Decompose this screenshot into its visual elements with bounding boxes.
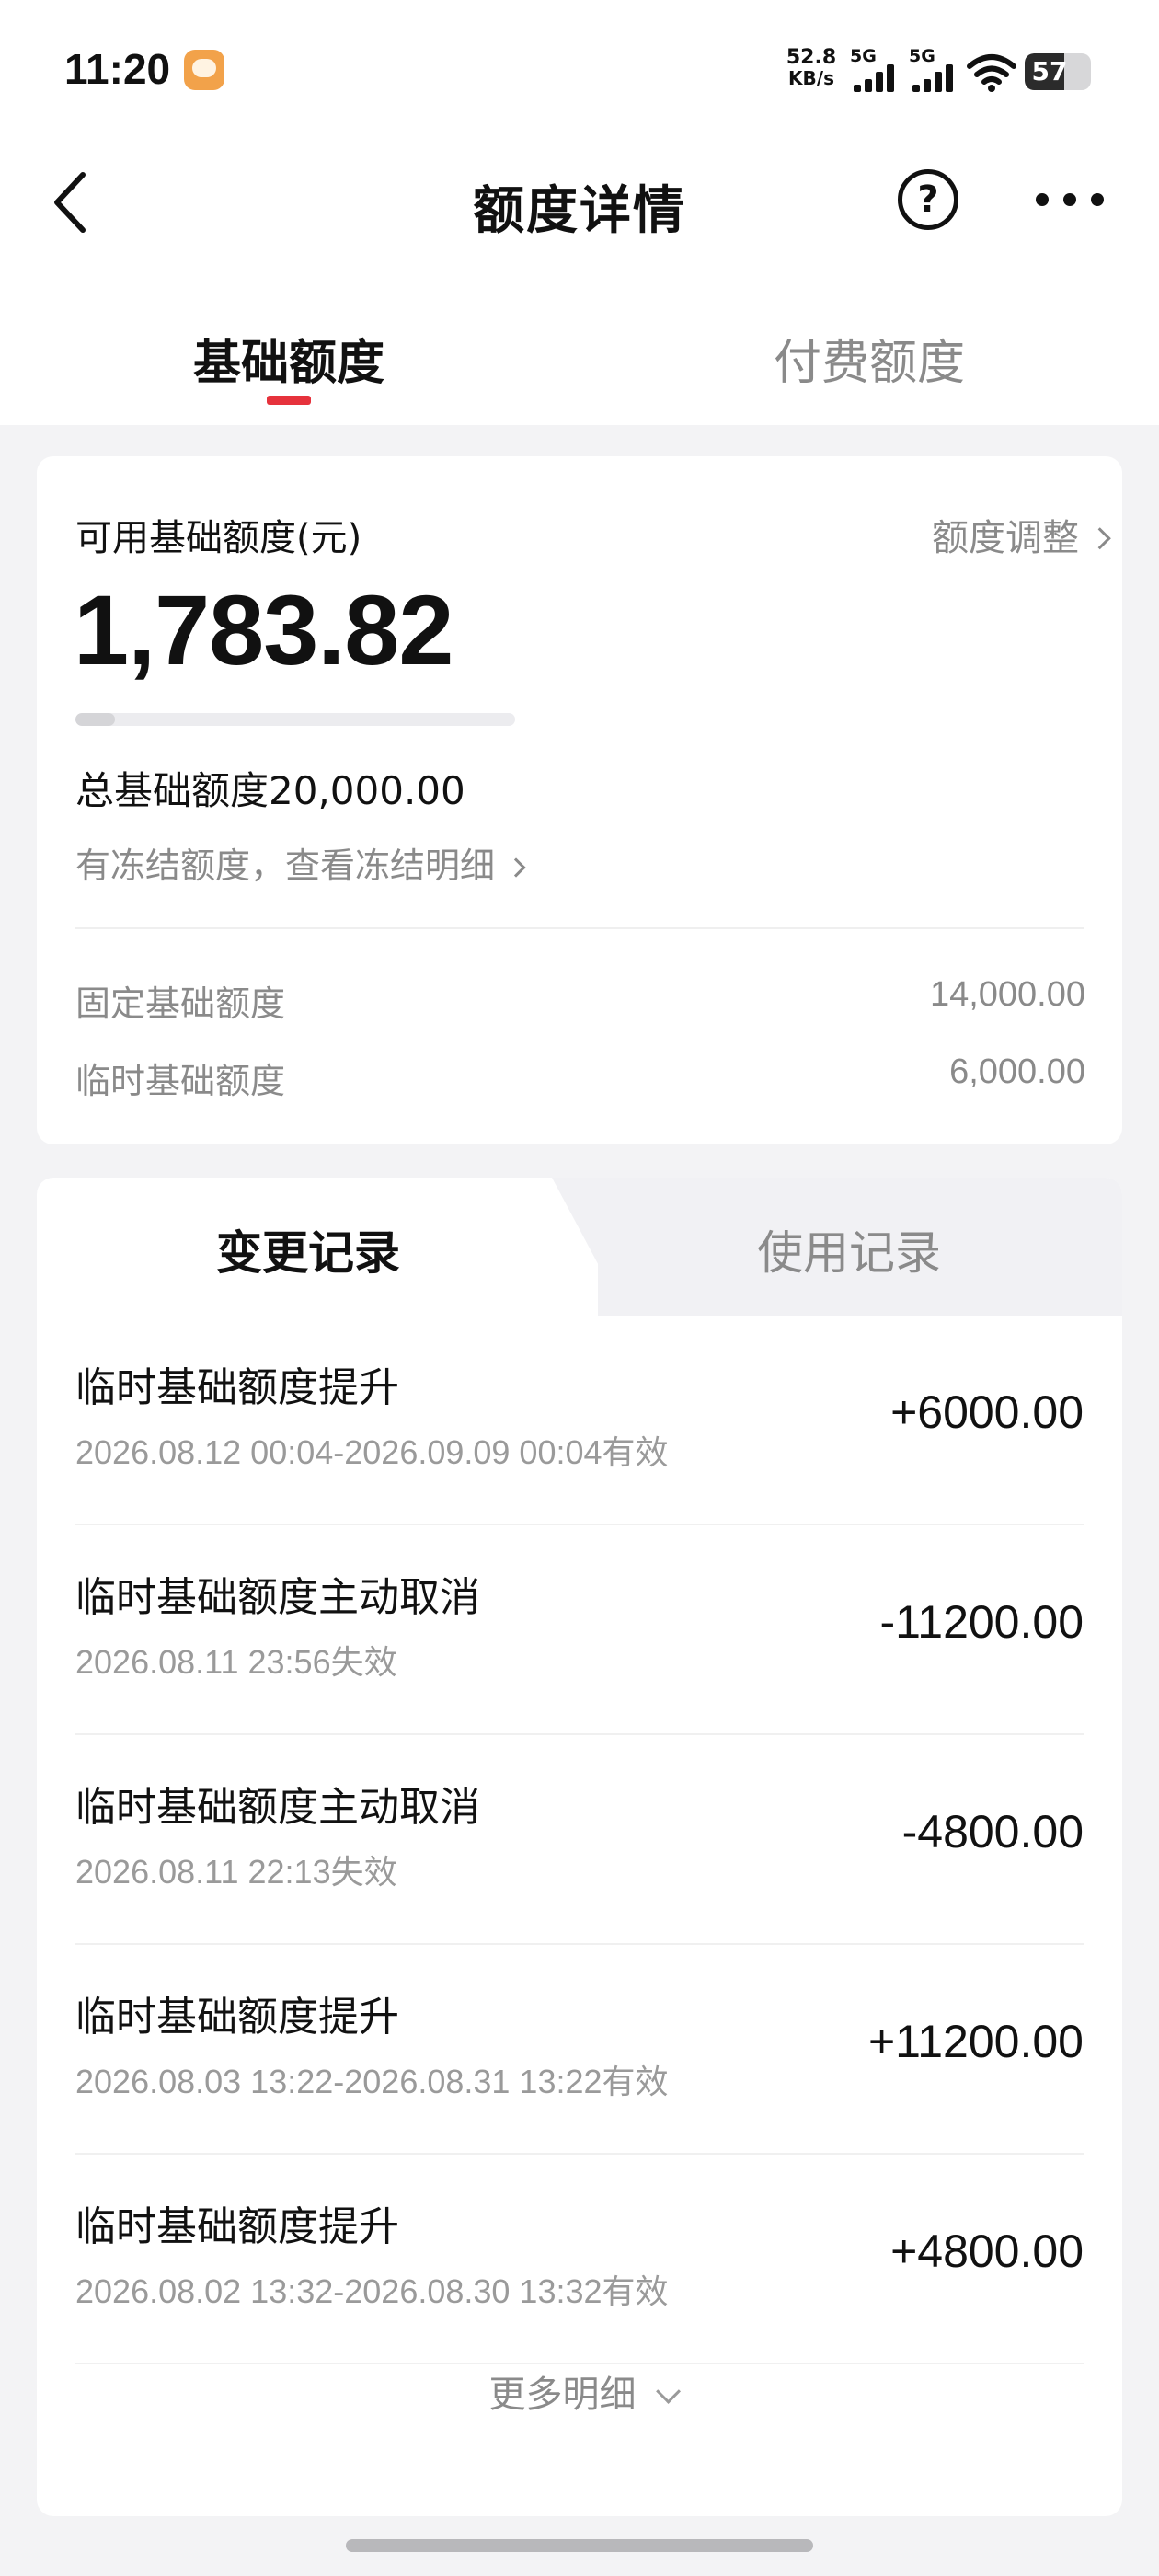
available-quota-label: 可用基础额度(元) <box>75 517 362 559</box>
help-icon[interactable]: ? <box>898 169 958 230</box>
record-amount: +6000.00 <box>890 1386 1084 1438</box>
signal-label-2: 5G <box>909 46 935 66</box>
record-title: 临时基础额度提升 <box>75 1364 399 1411</box>
record-item[interactable]: 临时基础额度提升 2026.08.03 13:22-2026.08.31 13:… <box>75 1945 1084 2155</box>
total-quota: 总基础额度20,000.00 <box>75 768 465 813</box>
home-indicator[interactable] <box>346 2539 813 2552</box>
network-speed-unit: KB/s <box>788 67 834 89</box>
record-title: 临时基础额度提升 <box>75 1994 399 2041</box>
wifi-icon <box>967 54 1016 92</box>
record-item[interactable]: 临时基础额度主动取消 2026.08.11 22:13失效 -4800.00 <box>75 1735 1084 1945</box>
record-time: 2026.08.11 22:13失效 <box>75 1853 397 1891</box>
battery-icon: 57 <box>1025 53 1091 90</box>
more-details-button[interactable]: 更多明细 <box>37 2364 1122 2418</box>
record-time: 2026.08.12 00:04-2026.09.09 00:04有效 <box>75 1433 669 1471</box>
record-amount: +11200.00 <box>867 2016 1084 2067</box>
signal-label-1: 5G <box>850 46 877 66</box>
signal-5g-icon-1: 5G <box>850 46 907 92</box>
record-amount: -4800.00 <box>901 1806 1084 1857</box>
record-item[interactable]: 临时基础额度提升 2026.08.12 00:04-2026.09.09 00:… <box>75 1316 1084 1525</box>
network-speed: 52.8 KB/s <box>784 46 839 89</box>
record-title: 临时基础额度主动取消 <box>75 1784 480 1831</box>
frozen-quota-label: 有冻结额度，查看冻结明细 <box>75 845 496 886</box>
quota-usage-bar <box>75 713 515 726</box>
record-time: 2026.08.02 13:32-2026.08.30 13:32有效 <box>75 2272 669 2310</box>
network-speed-value: 52.8 <box>786 46 837 69</box>
record-title: 临时基础额度提升 <box>75 2203 399 2250</box>
signal-5g-icon-2: 5G <box>909 46 966 92</box>
tab-active-indicator <box>267 396 311 405</box>
status-time: 11:20 <box>64 45 171 93</box>
tab-basic-quota[interactable]: 基础额度 <box>31 324 546 393</box>
record-amount: +4800.00 <box>890 2225 1084 2277</box>
record-item[interactable]: 临时基础额度提升 2026.08.02 13:32-2026.08.30 13:… <box>75 2155 1084 2364</box>
chevron-down-icon <box>655 2378 681 2404</box>
battery-level: 57 <box>1031 56 1068 86</box>
fixed-quota-value: 14,000.00 <box>929 975 1085 1014</box>
tab-paid-quota[interactable]: 付费额度 <box>612 324 1127 393</box>
frozen-quota-link[interactable]: 有冻结额度，查看冻结明细 <box>75 837 526 888</box>
fixed-quota-label: 固定基础额度 <box>75 983 286 1024</box>
more-details-label: 更多明细 <box>488 2374 637 2416</box>
status-bar: 11:20 52.8 KB/s 5G 5G 57 <box>0 0 1159 138</box>
records-card: 变更记录 使用记录 临时基础额度提升 2026.08.12 00:04-2026… <box>37 1178 1122 2516</box>
record-title: 临时基础额度主动取消 <box>75 1574 480 1621</box>
app-notification-icon <box>184 50 224 90</box>
quota-adjust-label: 额度调整 <box>932 517 1079 559</box>
quota-adjust-link[interactable]: 额度调整 <box>932 508 1111 561</box>
temporary-quota-value: 6,000.00 <box>949 1052 1085 1091</box>
page-title: 额度详情 <box>473 181 686 241</box>
available-quota-amount: 1,783.82 <box>74 574 453 685</box>
record-amount: -11200.00 <box>879 1596 1084 1648</box>
more-icon[interactable] <box>1036 193 1109 208</box>
record-time: 2026.08.03 13:22-2026.08.31 13:22有效 <box>75 2063 669 2100</box>
record-item[interactable]: 临时基础额度主动取消 2026.08.11 23:56失效 -11200.00 <box>75 1525 1084 1735</box>
tab-usage-records[interactable]: 使用记录 <box>757 1216 941 1282</box>
tab-change-records[interactable]: 变更记录 <box>216 1216 400 1282</box>
record-time: 2026.08.11 23:56失效 <box>75 1643 397 1681</box>
quota-usage-fill <box>75 713 115 726</box>
temporary-quota-label: 临时基础额度 <box>75 1061 286 1101</box>
divider <box>75 927 1084 929</box>
